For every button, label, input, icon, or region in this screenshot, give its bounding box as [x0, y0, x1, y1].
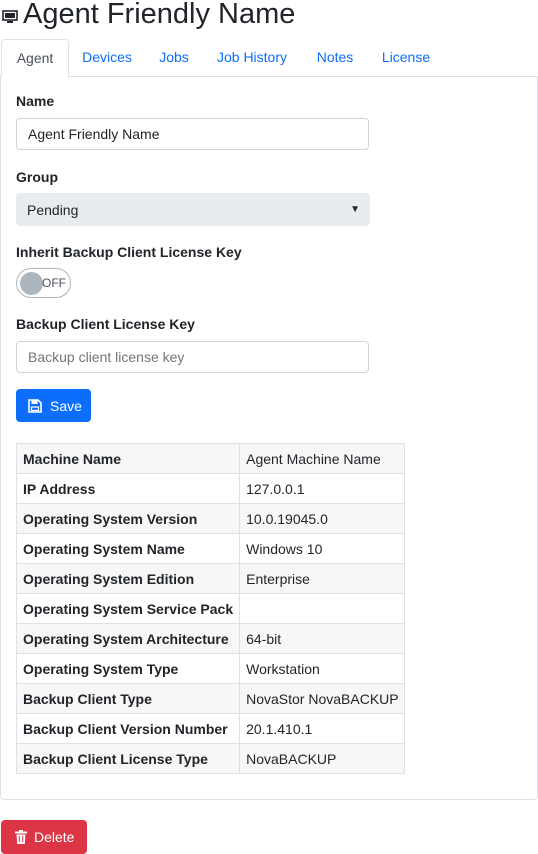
info-value: 64-bit [239, 623, 405, 654]
license-key-label: Backup Client License Key [16, 316, 195, 332]
info-key: Operating System Architecture [15, 623, 241, 654]
tab-notes[interactable]: Notes [305, 39, 365, 76]
table-row: IP Address 127.0.0.1 [15, 473, 405, 504]
info-value: 10.0.19045.0 [239, 503, 405, 534]
info-key: Operating System Edition [15, 563, 241, 594]
table-row: Backup Client Version Number 20.1.410.1 [15, 713, 405, 744]
trash-icon [15, 830, 27, 844]
info-value: 127.0.0.1 [239, 473, 405, 504]
info-value [239, 593, 405, 624]
info-value: Enterprise [239, 563, 405, 594]
table-row: Operating System Type Workstation [15, 653, 405, 684]
license-key-input[interactable] [16, 341, 369, 373]
info-value: NovaBACKUP [239, 743, 405, 774]
table-row: Machine Name Agent Machine Name [15, 443, 405, 474]
table-row: Backup Client License Type NovaBACKUP [15, 743, 405, 774]
group-select[interactable]: Pending ▼ [16, 193, 370, 226]
delete-button-label: Delete [34, 829, 75, 845]
tab-job-history[interactable]: Job History [206, 39, 298, 76]
group-label: Group [16, 169, 58, 185]
save-button[interactable]: Save [16, 389, 91, 422]
table-row: Operating System Name Windows 10 [15, 533, 405, 564]
floppy-disk-icon [28, 398, 42, 413]
page-header: Agent Friendly Name [2, 0, 295, 32]
table-row: Operating System Edition Enterprise [15, 563, 405, 594]
chevron-down-icon: ▼ [350, 204, 360, 215]
info-key: Backup Client License Type [15, 743, 241, 774]
info-key: Operating System Service Pack [15, 593, 241, 624]
toggle-state-text: OFF [42, 276, 66, 290]
inherit-license-label: Inherit Backup Client License Key [16, 244, 242, 260]
tab-devices[interactable]: Devices [72, 39, 142, 76]
computer-icon [2, 10, 18, 23]
name-label: Name [16, 93, 55, 109]
table-row: Operating System Architecture 64-bit [15, 623, 405, 654]
toggle-knob [20, 272, 43, 295]
info-key: IP Address [15, 473, 241, 504]
agent-info-table: Machine Name Agent Machine Name IP Addres… [15, 443, 405, 774]
info-value: NovaStor NovaBACKUP [239, 683, 405, 714]
info-key: Operating System Name [15, 533, 241, 564]
info-key: Machine Name [15, 443, 241, 474]
save-button-label: Save [50, 397, 82, 414]
inherit-license-toggle[interactable]: OFF [16, 268, 71, 298]
delete-button[interactable]: Delete [1, 820, 87, 854]
info-value: 20.1.410.1 [239, 713, 405, 744]
info-key: Backup Client Type [15, 683, 241, 714]
info-value: Windows 10 [239, 533, 405, 564]
info-value: Agent Machine Name [239, 443, 405, 474]
tab-agent[interactable]: Agent [1, 39, 69, 78]
info-key: Operating System Version [15, 503, 241, 534]
tab-license[interactable]: License [372, 39, 440, 76]
page-title: Agent Friendly Name [23, 0, 296, 30]
tab-jobs[interactable]: Jobs [148, 39, 200, 76]
table-row: Operating System Version 10.0.19045.0 [15, 503, 405, 534]
tab-bar: Agent Devices Jobs Job History Notes Lic… [0, 39, 538, 78]
name-input[interactable] [16, 118, 369, 150]
group-select-value: Pending [27, 201, 79, 218]
table-row: Operating System Service Pack [15, 593, 405, 624]
table-row: Backup Client Type NovaStor NovaBACKUP [15, 683, 405, 714]
info-key: Backup Client Version Number [15, 713, 241, 744]
info-value: Workstation [239, 653, 405, 684]
info-key: Operating System Type [15, 653, 241, 684]
